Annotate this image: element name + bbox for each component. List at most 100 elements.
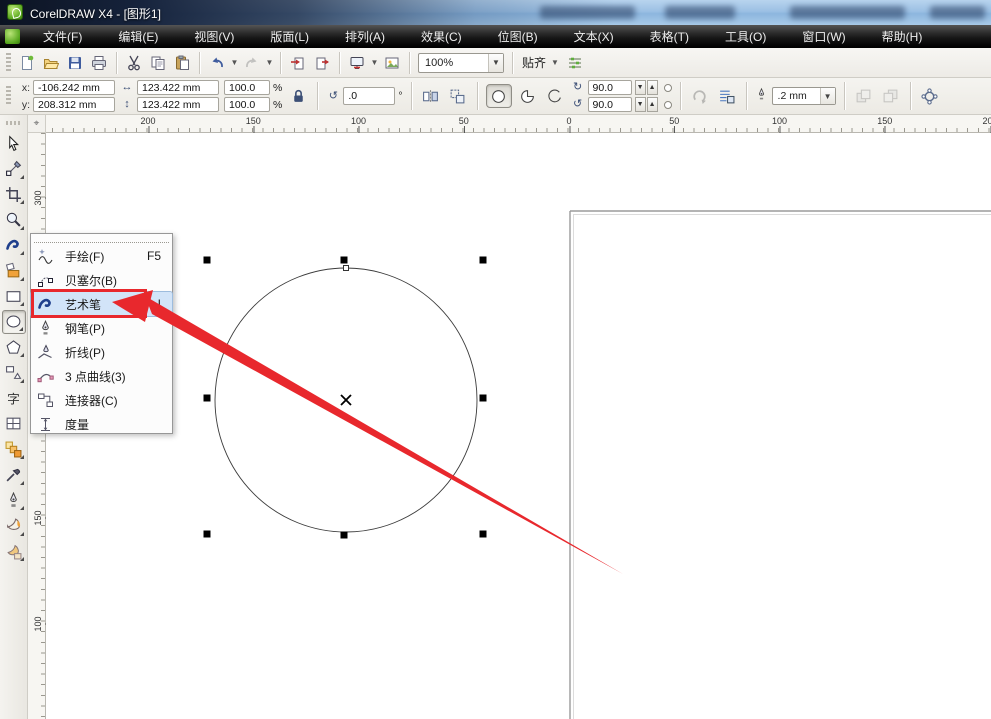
- end-angle-spinner[interactable]: ▼▲: [635, 97, 658, 112]
- rectangle-tool[interactable]: [2, 284, 26, 308]
- freehand-tool[interactable]: [2, 233, 26, 257]
- menu-item[interactable]: 编辑(E): [107, 25, 169, 48]
- menu-item[interactable]: 窗口(W): [791, 25, 856, 48]
- paste-button[interactable]: [170, 51, 194, 75]
- save-button[interactable]: [63, 51, 87, 75]
- mirror-button[interactable]: [420, 84, 442, 108]
- fill-tool[interactable]: [2, 514, 26, 538]
- chevron-down-icon[interactable]: ▼: [369, 51, 380, 75]
- crop-tool[interactable]: [2, 182, 26, 206]
- height-field[interactable]: 123.422 mm: [137, 97, 219, 112]
- basic-shapes-tool[interactable]: [2, 361, 26, 385]
- options-button[interactable]: [563, 51, 587, 75]
- scale-v-field[interactable]: 100.0: [224, 97, 270, 112]
- polygon-tool[interactable]: [2, 335, 26, 359]
- scale-h-field[interactable]: 100.0: [224, 80, 270, 95]
- flyout-item-手绘F[interactable]: 手绘(F)F5: [31, 244, 172, 268]
- outline-pen-tool[interactable]: [2, 488, 26, 512]
- y-position-field[interactable]: 208.312 mm: [33, 97, 115, 112]
- ellipse-mode-button[interactable]: [486, 84, 512, 108]
- ruler-label: 100: [351, 116, 366, 126]
- smart-fill-tool[interactable]: [2, 259, 26, 283]
- open-button[interactable]: [39, 51, 63, 75]
- x-position-field[interactable]: -106.242 mm: [33, 80, 115, 95]
- menu-item[interactable]: 表格(T): [639, 25, 700, 48]
- toolbar-grip[interactable]: [6, 53, 11, 73]
- blend-tool[interactable]: [2, 437, 26, 461]
- eyedropper-tool[interactable]: [2, 463, 26, 487]
- menu-item[interactable]: 效果(C): [410, 25, 473, 48]
- menu-item[interactable]: 版面(L): [259, 25, 320, 48]
- chevron-down-icon[interactable]: ▼: [551, 58, 559, 67]
- menu-item[interactable]: 文本(X): [563, 25, 625, 48]
- table-tool[interactable]: [2, 412, 26, 436]
- ruler-label: 100: [772, 116, 787, 126]
- export-button[interactable]: [310, 51, 334, 75]
- import-button[interactable]: [286, 51, 310, 75]
- menu-item[interactable]: 帮助(H): [871, 25, 934, 48]
- drawing-canvas[interactable]: [46, 133, 991, 719]
- flyout-item-3 点曲线3[interactable]: 3 点曲线(3): [31, 364, 172, 388]
- pen-icon: [37, 320, 54, 337]
- menu-item[interactable]: 视图(V): [183, 25, 245, 48]
- ruler-origin[interactable]: ⌖: [28, 115, 46, 133]
- end-angle-field[interactable]: 90.0: [588, 97, 632, 112]
- chevron-down-icon[interactable]: ▼: [229, 51, 240, 75]
- menu-item[interactable]: 位图(B): [487, 25, 549, 48]
- print-button[interactable]: [87, 51, 111, 75]
- convert-to-curves-button[interactable]: [919, 84, 941, 108]
- flyout-item-贝塞尔B[interactable]: 贝塞尔(B): [31, 268, 172, 292]
- horizontal-ruler[interactable]: 20015010050050100150200: [46, 115, 991, 133]
- flyout-item-艺术笔[interactable]: 艺术笔I: [31, 292, 172, 316]
- zoom-tool[interactable]: [2, 208, 26, 232]
- redo-button[interactable]: [240, 51, 264, 75]
- shape-tool[interactable]: [2, 157, 26, 181]
- chevron-down-icon[interactable]: ▼: [488, 54, 503, 72]
- pick-tool[interactable]: [2, 131, 26, 155]
- chevron-down-icon[interactable]: ▼: [820, 88, 835, 104]
- rotation-angle-field[interactable]: .0: [343, 87, 395, 105]
- start-angle-spinner[interactable]: ▼▲: [635, 80, 658, 95]
- outline-width-select[interactable]: .2 mm ▼: [772, 87, 836, 105]
- to-back-button[interactable]: [880, 84, 902, 108]
- propbar-grip[interactable]: [6, 86, 11, 106]
- to-front-button[interactable]: [853, 84, 875, 108]
- flyout-item-连接器C[interactable]: 连接器(C): [31, 388, 172, 412]
- new-doc-button[interactable]: [15, 51, 39, 75]
- undo-button[interactable]: [205, 51, 229, 75]
- menu-item[interactable]: 文件(F): [32, 25, 93, 48]
- arc-mode-button[interactable]: [544, 84, 566, 108]
- artistic-media-icon: [37, 296, 54, 313]
- ellipse-tool[interactable]: [2, 310, 26, 334]
- cut-button[interactable]: [122, 51, 146, 75]
- change-direction-button[interactable]: [689, 84, 711, 108]
- flyout-item-label: 艺术笔: [65, 296, 158, 313]
- snap-to-button[interactable]: 贴齐 ▼: [518, 52, 563, 74]
- lock-ratio-button[interactable]: [287, 84, 309, 108]
- flyout-item-折线P[interactable]: 折线(P): [31, 340, 172, 364]
- connector-icon: [37, 392, 54, 409]
- menu-item[interactable]: 工具(O): [714, 25, 777, 48]
- flyout-item-钢笔P[interactable]: 钢笔(P): [31, 316, 172, 340]
- angle-radio[interactable]: [664, 101, 672, 109]
- toolbox-grip[interactable]: [6, 121, 22, 125]
- copy-button[interactable]: [146, 51, 170, 75]
- start-angle-field[interactable]: 90.0: [588, 80, 632, 95]
- ruler-label: 200: [140, 116, 155, 126]
- pie-mode-button[interactable]: [517, 84, 539, 108]
- menu-item[interactable]: 排列(A): [334, 25, 396, 48]
- wrap-paragraph-text-button[interactable]: [447, 84, 469, 108]
- x-label: x:: [20, 82, 30, 94]
- zoom-level-combo[interactable]: 100% ▼: [418, 53, 504, 73]
- app-launcher-button[interactable]: [345, 51, 369, 75]
- text-tool[interactable]: 字: [2, 386, 26, 410]
- angle-radio[interactable]: [664, 84, 672, 92]
- width-field[interactable]: 123.422 mm: [137, 80, 219, 95]
- text-wrap-button[interactable]: [716, 84, 738, 108]
- start-angle-icon: ↻: [571, 82, 585, 93]
- flyout-tearoff-grip[interactable]: [34, 236, 169, 243]
- chevron-down-icon[interactable]: ▼: [264, 51, 275, 75]
- welcome-screen-button[interactable]: [380, 51, 404, 75]
- interactive-fill-tool[interactable]: [2, 539, 26, 563]
- flyout-item-度量[interactable]: 度量: [31, 412, 172, 436]
